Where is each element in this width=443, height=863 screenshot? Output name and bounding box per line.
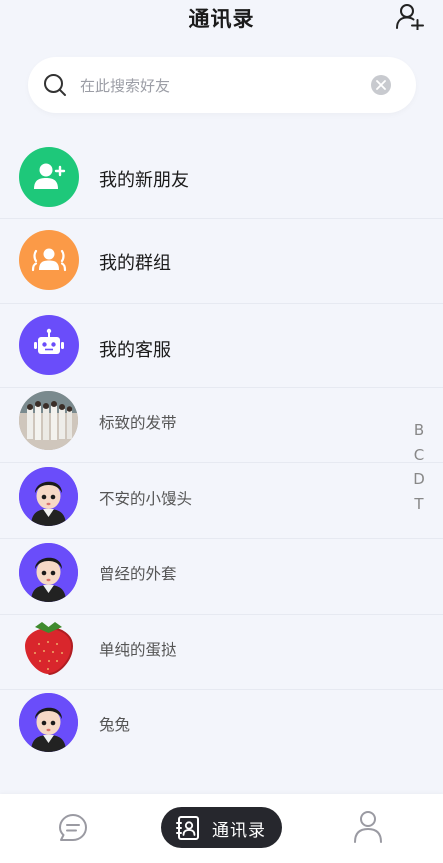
add-user-icon [34,163,66,189]
index-letter-t[interactable]: T [407,492,431,517]
tab-contacts-label: 通讯录 [212,821,266,841]
search-icon [44,74,66,96]
groups-avatar [19,230,79,290]
top-bar: 通讯录 [0,0,443,36]
tab-contacts[interactable]: 通讯录 [161,807,282,848]
menu-item-label: 我的新朋友 [99,170,189,191]
contact-row[interactable]: 单纯的蛋挞 [0,614,443,690]
contact-name: 曾经的外套 [99,565,177,583]
chat-icon [59,814,87,841]
avatar [19,543,78,602]
group-icon [31,248,67,272]
index-letter-b[interactable]: B [407,418,431,443]
index-letter-d[interactable]: D [407,467,431,492]
bottom-tab-bar: 通讯录 [0,794,443,863]
avatar [19,693,78,752]
contacts-icon [176,816,199,840]
tab-profile[interactable] [352,809,384,843]
menu-item-label: 我的群组 [99,253,171,274]
tab-messages[interactable] [57,812,89,844]
contact-name: 标致的发带 [99,414,177,432]
profile-icon [354,811,382,843]
customer-service-avatar [19,315,79,375]
new-friends-avatar [19,147,79,207]
contact-row[interactable]: 曾经的外套 [0,539,443,615]
contact-name: 单纯的蛋挞 [99,641,177,659]
avatar [19,467,78,526]
search-bar[interactable] [28,57,416,113]
clear-icon[interactable] [371,75,391,95]
contact-name: 兔兔 [99,716,131,734]
menu-item-customer-service[interactable]: 我的客服 [0,303,443,388]
robot-icon [34,328,64,354]
search-input[interactable] [78,72,362,100]
index-letter-c[interactable]: C [407,443,431,468]
avatar [19,391,78,450]
menu-item-new-friends[interactable]: 我的新朋友 [0,134,443,219]
close-icon [376,80,386,90]
menu-item-groups[interactable]: 我的群组 [0,219,443,304]
contact-row[interactable]: 标致的发带 [0,387,443,463]
contact-name: 不安的小馒头 [99,490,193,508]
menu-item-label: 我的客服 [99,340,171,361]
contact-row[interactable]: 兔兔 [0,689,443,764]
avatar [19,618,78,677]
add-user-icon [396,4,424,32]
page-title: 通讯录 [188,7,255,31]
contact-row[interactable]: 不安的小馒头 [0,463,443,539]
alphabet-index[interactable]: B C D T [407,418,431,516]
add-friend-button[interactable] [395,2,425,32]
